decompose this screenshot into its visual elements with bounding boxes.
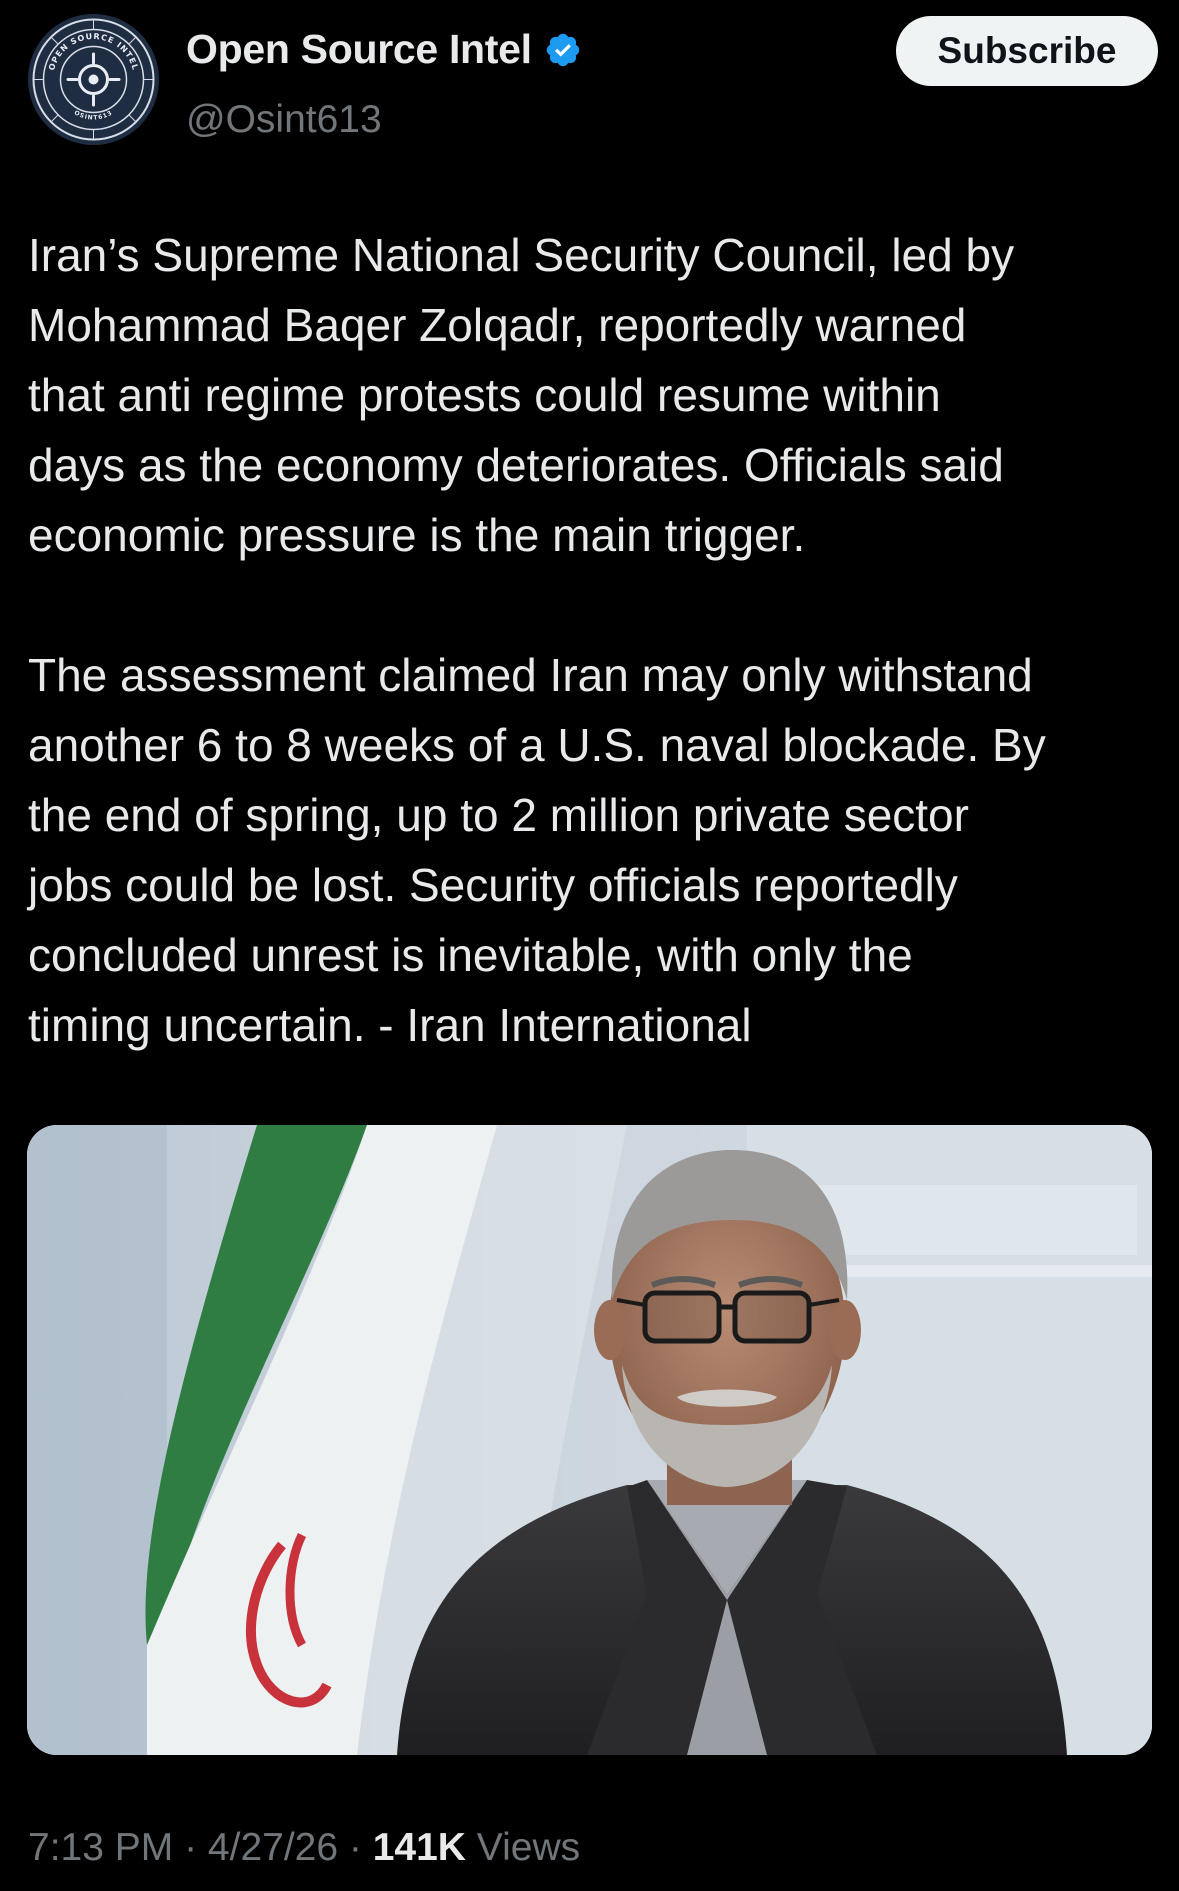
post-body: Iran’s Supreme National Security Council… xyxy=(28,220,1153,1060)
author-handle[interactable]: @Osint613 xyxy=(186,98,382,142)
author-display-name[interactable]: Open Source Intel xyxy=(186,26,532,73)
post-media-image[interactable] xyxy=(27,1125,1152,1755)
verified-badge-icon[interactable] xyxy=(544,31,582,69)
views-count[interactable]: 141K xyxy=(373,1826,466,1869)
portrait-photo-image xyxy=(27,1125,1152,1755)
avatar[interactable]: OPEN SOURCE INTEL OSINT613 xyxy=(28,14,159,145)
views-label: Views xyxy=(465,1826,581,1869)
post-paragraph-2: The assessment claimed Iran may only wit… xyxy=(28,649,1046,1051)
post-metadata: 7:13 PM · 4/27/26 · 141K Views xyxy=(28,1826,580,1870)
post-header: OPEN SOURCE INTEL OSINT613 Open Source I… xyxy=(28,14,1158,145)
author-name-row: Open Source Intel xyxy=(186,26,582,73)
meta-separator: · xyxy=(173,1826,208,1869)
osint-logo-icon: OPEN SOURCE INTEL OSINT613 xyxy=(28,14,159,145)
post-date[interactable]: 4/27/26 xyxy=(208,1826,338,1869)
meta-separator: · xyxy=(338,1826,373,1869)
post-time[interactable]: 7:13 PM xyxy=(28,1826,173,1869)
subscribe-button[interactable]: Subscribe xyxy=(896,16,1158,86)
post-paragraph-1: Iran’s Supreme National Security Council… xyxy=(28,229,1015,561)
